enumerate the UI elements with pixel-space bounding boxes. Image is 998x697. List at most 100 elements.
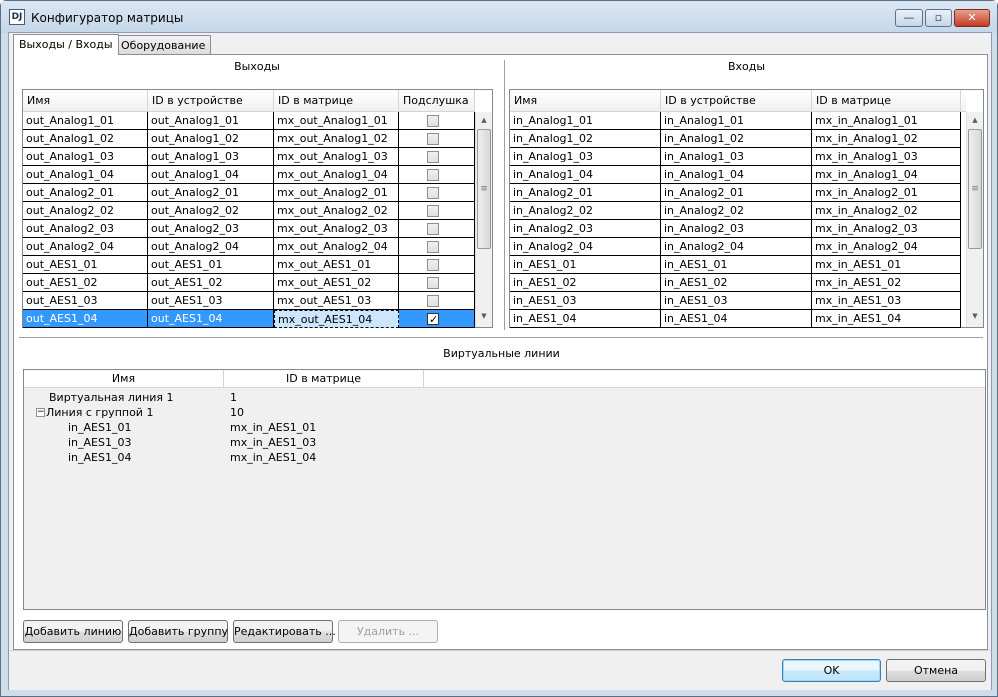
table-row[interactable]: in_AES1_03 in_AES1_03 mx_in_AES1_03 [510, 292, 966, 310]
col-header-name[interactable]: Имя [510, 90, 661, 112]
col-header-matrix-id[interactable]: ID в матрице [274, 90, 399, 112]
scroll-down-icon[interactable]: ▼ [967, 308, 983, 325]
scroll-down-icon[interactable]: ▼ [476, 308, 492, 325]
cell-matrix-id[interactable]: mx_out_AES1_04 [274, 310, 399, 328]
cell-name[interactable]: out_Analog2_02 [23, 202, 148, 220]
cell-device-id[interactable]: in_Analog2_04 [661, 238, 812, 256]
add-group-button[interactable]: Добавить группу [128, 620, 228, 643]
cell-matrix-id[interactable]: mx_in_AES1_02 [812, 274, 961, 292]
cell-matrix-id[interactable]: mx_out_AES1_01 [274, 256, 399, 274]
cell-matrix-id[interactable]: mx_out_Analog1_03 [274, 148, 399, 166]
cell-device-id[interactable]: out_AES1_04 [148, 310, 274, 328]
cell-listen[interactable] [399, 202, 475, 220]
table-row[interactable]: in_Analog2_03 in_Analog2_03 mx_in_Analog2_… [510, 220, 966, 238]
cell-device-id[interactable]: in_Analog1_03 [661, 148, 812, 166]
cell-listen[interactable] [399, 256, 475, 274]
cell-matrix-id[interactable]: mx_in_Analog1_04 [812, 166, 961, 184]
maximize-button[interactable]: ▫ [925, 9, 952, 27]
scroll-thumb[interactable]: ≡ [477, 129, 491, 249]
cell-matrix-id[interactable]: mx_out_Analog2_03 [274, 220, 399, 238]
tree-item-name[interactable]: Виртуальная линия 1 [49, 390, 174, 405]
cell-listen[interactable] [399, 184, 475, 202]
cell-matrix-id[interactable]: mx_in_Analog2_04 [812, 238, 961, 256]
cell-device-id[interactable]: in_Analog1_01 [661, 112, 812, 130]
cell-device-id[interactable]: out_Analog2_01 [148, 184, 274, 202]
listen-checkbox[interactable] [427, 133, 439, 145]
cell-listen[interactable] [399, 292, 475, 310]
cell-matrix-id[interactable]: mx_in_Analog2_03 [812, 220, 961, 238]
virtual-lines-tree[interactable]: Имя ID в матрице Виртуальная линия 1 1 Лин… [23, 369, 986, 610]
cell-name[interactable]: in_Analog2_01 [510, 184, 661, 202]
table-row[interactable]: in_AES1_02 in_AES1_02 mx_in_AES1_02 [510, 274, 966, 292]
cell-device-id[interactable]: in_Analog2_02 [661, 202, 812, 220]
col-header-device-id[interactable]: ID в устройстве [148, 90, 274, 112]
listen-checkbox[interactable] [427, 151, 439, 163]
outputs-scrollbar[interactable]: ▲ ≡ ▼ [475, 112, 492, 327]
listen-checkbox[interactable] [427, 187, 439, 199]
inputs-scrollbar[interactable]: ▲ ≡ ▼ [966, 112, 983, 327]
cell-name[interactable]: out_Analog2_04 [23, 238, 148, 256]
cell-device-id[interactable]: in_AES1_04 [661, 310, 812, 328]
cancel-button[interactable]: Отмена [886, 659, 986, 682]
table-row[interactable]: in_Analog2_04 in_Analog2_04 mx_in_Analog2_… [510, 238, 966, 256]
cell-name[interactable]: out_AES1_04 [23, 310, 148, 328]
cell-device-id[interactable]: out_AES1_03 [148, 292, 274, 310]
listen-checkbox[interactable] [427, 259, 439, 271]
cell-name[interactable]: in_Analog1_04 [510, 166, 661, 184]
cell-device-id[interactable]: in_Analog1_02 [661, 130, 812, 148]
table-row[interactable]: out_Analog2_04 out_Analog2_04 mx_out_Analo… [23, 238, 475, 256]
cell-name[interactable]: in_AES1_04 [510, 310, 661, 328]
table-row[interactable]: out_Analog1_01 out_Analog1_01 mx_out_Analo… [23, 112, 475, 130]
cell-name[interactable]: in_Analog1_03 [510, 148, 661, 166]
cell-matrix-id[interactable]: mx_out_AES1_02 [274, 274, 399, 292]
cell-device-id[interactable]: out_Analog1_01 [148, 112, 274, 130]
tab-outputs-inputs[interactable]: Выходы / Входы [13, 34, 119, 55]
table-row[interactable]: in_Analog2_02 in_Analog2_02 mx_in_Analog2_… [510, 202, 966, 220]
table-row[interactable]: out_AES1_01 out_AES1_01 mx_out_AES1_01 [23, 256, 475, 274]
table-row[interactable]: out_Analog2_03 out_Analog2_03 mx_out_Analo… [23, 220, 475, 238]
table-row[interactable]: out_AES1_04 out_AES1_04 mx_out_AES1_04 [23, 310, 475, 328]
cell-device-id[interactable]: out_Analog1_02 [148, 130, 274, 148]
cell-device-id[interactable]: in_AES1_03 [661, 292, 812, 310]
cell-device-id[interactable]: out_Analog1_04 [148, 166, 274, 184]
listen-checkbox[interactable] [427, 223, 439, 235]
cell-device-id[interactable]: out_Analog2_02 [148, 202, 274, 220]
cell-name[interactable]: in_Analog2_04 [510, 238, 661, 256]
scroll-thumb[interactable]: ≡ [968, 129, 982, 249]
outputs-grid[interactable]: Имя ID в устройстве ID в матрице Подслуш… [22, 89, 493, 328]
cell-matrix-id[interactable]: mx_in_Analog1_03 [812, 148, 961, 166]
cell-device-id[interactable]: in_AES1_01 [661, 256, 812, 274]
cell-name[interactable]: out_AES1_02 [23, 274, 148, 292]
ok-button[interactable]: OK [782, 659, 881, 682]
cell-device-id[interactable]: out_Analog2_04 [148, 238, 274, 256]
edit-button[interactable]: Редактировать ... [233, 620, 336, 643]
cell-matrix-id[interactable]: mx_out_Analog2_04 [274, 238, 399, 256]
cell-device-id[interactable]: out_Analog1_03 [148, 148, 274, 166]
table-row[interactable]: in_Analog1_02 in_Analog1_02 mx_in_Analog1_… [510, 130, 966, 148]
cell-listen[interactable] [399, 112, 475, 130]
listen-checkbox[interactable] [427, 311, 439, 327]
cell-matrix-id[interactable]: mx_out_Analog2_02 [274, 202, 399, 220]
tree-item-name[interactable]: Линия с группой 1 [46, 405, 153, 420]
col-header-device-id[interactable]: ID в устройстве [661, 90, 812, 112]
table-row[interactable]: out_Analog1_02 out_Analog1_02 mx_out_Analo… [23, 130, 475, 148]
cell-name[interactable]: in_AES1_03 [510, 292, 661, 310]
col-header-name[interactable]: Имя [23, 90, 148, 112]
table-row[interactable]: out_AES1_02 out_AES1_02 mx_out_AES1_02 [23, 274, 475, 292]
cell-name[interactable]: in_AES1_02 [510, 274, 661, 292]
table-row[interactable]: in_AES1_04 in_AES1_04 mx_in_AES1_04 [510, 310, 966, 328]
cell-name[interactable]: out_Analog1_04 [23, 166, 148, 184]
col-header-matrix-id[interactable]: ID в матрице [812, 90, 961, 112]
cell-name[interactable]: out_Analog2_03 [23, 220, 148, 238]
close-button[interactable]: ✕ [954, 9, 990, 27]
scroll-up-icon[interactable]: ▲ [967, 112, 983, 129]
cell-name[interactable]: out_AES1_03 [23, 292, 148, 310]
cell-listen[interactable] [399, 238, 475, 256]
cell-name[interactable]: in_Analog2_02 [510, 202, 661, 220]
cell-listen[interactable] [399, 166, 475, 184]
cell-matrix-id[interactable]: mx_out_Analog2_01 [274, 184, 399, 202]
listen-checkbox[interactable] [427, 241, 439, 253]
tree-item-name[interactable]: in_AES1_04 [68, 450, 131, 465]
table-row[interactable]: in_Analog1_04 in_Analog1_04 mx_in_Analog1_… [510, 166, 966, 184]
minimize-button[interactable]: — [895, 9, 923, 27]
